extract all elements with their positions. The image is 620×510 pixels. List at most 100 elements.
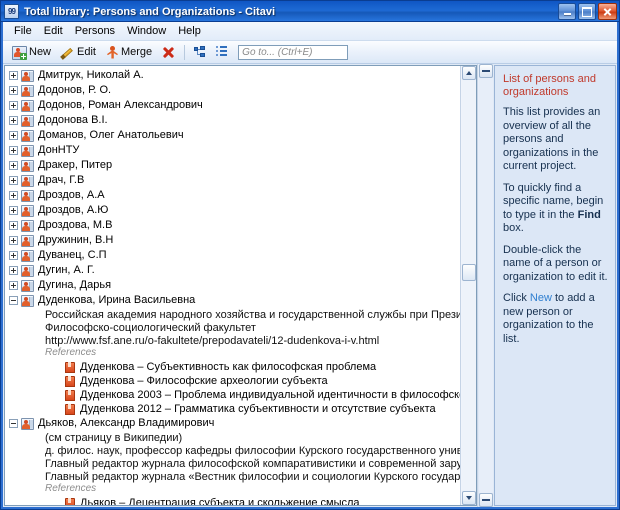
- tree-row-person[interactable]: Доманов, Олег Анатольевич: [5, 128, 460, 143]
- tree-row-person[interactable]: ДонНТУ: [5, 143, 460, 158]
- expand-plus-icon[interactable]: [9, 71, 18, 80]
- tree-row-person[interactable]: Дуденкова, Ирина Васильевна: [5, 293, 460, 308]
- person-icon: [21, 189, 34, 202]
- tree-row-reference[interactable]: Дуденкова 2003 – Проблема индивидуальной…: [5, 388, 460, 402]
- tree-row-person[interactable]: Дружинин, В.Н: [5, 233, 460, 248]
- help-paragraph-overview: This list provides an overview of all th…: [503, 106, 601, 172]
- tree-scroll-thumb[interactable]: [461, 264, 476, 281]
- help-paragraph-edit: Double-click the name of a person or org…: [503, 243, 608, 283]
- person-icon: [21, 279, 34, 292]
- tree-row-person[interactable]: Дроздов, А.Ю: [5, 203, 460, 218]
- window-scroll-top-button[interactable]: [478, 64, 493, 78]
- reference-label: Дуденкова 2003 – Проблема индивидуальной…: [80, 388, 460, 401]
- tree-row-person[interactable]: Дьяков, Александр Владимирович: [5, 416, 460, 431]
- person-icon: [21, 159, 34, 172]
- expand-plus-icon[interactable]: [9, 116, 18, 125]
- tree-row-label: Дуденкова, Ирина Васильевна: [38, 294, 196, 306]
- tree-row-person[interactable]: Дракер, Питер: [5, 158, 460, 173]
- edit-person-button[interactable]: Edit: [56, 43, 101, 61]
- person-icon: [21, 114, 34, 127]
- new-person-button[interactable]: New: [7, 43, 56, 61]
- tree-vertical-scrollbar[interactable]: [460, 66, 476, 505]
- goto-input[interactable]: [238, 44, 349, 60]
- window-scroll-track[interactable]: [478, 78, 493, 493]
- references-header: References: [45, 347, 97, 358]
- tree-detail-line: д. филос. наук, профессор кафедры филосо…: [45, 444, 460, 457]
- application-window: 99 Total library: Persons and Organizati…: [0, 0, 620, 510]
- expand-plus-icon[interactable]: [9, 221, 18, 230]
- reference-book-icon: [65, 375, 75, 387]
- persons-tree[interactable]: Дмитрук, Николай А. Додонов, Р. О. Додонов…: [5, 66, 460, 505]
- title-bar[interactable]: 99 Total library: Persons and Organizati…: [1, 1, 619, 22]
- person-icon: [21, 69, 34, 82]
- tree-row-person[interactable]: Дроздов, А.А: [5, 188, 460, 203]
- window-vertical-scrollbar[interactable]: [477, 64, 493, 507]
- tree-row-reference[interactable]: Дуденкова – Философские археологии субъе…: [5, 374, 460, 388]
- tree-row-person[interactable]: Драч, Г.В: [5, 173, 460, 188]
- menu-item-file[interactable]: File: [8, 23, 38, 39]
- list-view-icon: [216, 46, 228, 58]
- reference-book-icon: [65, 497, 75, 505]
- person-icon: [21, 204, 34, 217]
- expand-plus-icon[interactable]: [9, 191, 18, 200]
- tree-row-reference[interactable]: Дуденкова 2012 – Грамматика субъективнос…: [5, 402, 460, 416]
- person-icon: [21, 84, 34, 97]
- expand-plus-icon[interactable]: [9, 146, 18, 155]
- collapse-minus-icon[interactable]: [9, 419, 18, 428]
- show-list-button[interactable]: [211, 43, 232, 61]
- expand-plus-icon[interactable]: [9, 176, 18, 185]
- person-icon: [21, 417, 34, 430]
- pencil-icon: [60, 46, 74, 60]
- tree-row-person[interactable]: Додонов, Роман Александрович: [5, 98, 460, 113]
- expand-plus-icon[interactable]: [9, 161, 18, 170]
- reference-label: Дуденкова 2012 – Грамматика субъективнос…: [80, 402, 436, 415]
- expand-plus-icon[interactable]: [9, 86, 18, 95]
- expand-plus-icon[interactable]: [9, 236, 18, 245]
- menu-item-help[interactable]: Help: [172, 23, 207, 39]
- close-button-icon[interactable]: [598, 3, 617, 20]
- person-icon: [21, 99, 34, 112]
- help-new-link[interactable]: New: [530, 292, 552, 304]
- toolbar: New Edit Merge: [3, 41, 617, 64]
- delete-person-button[interactable]: [157, 43, 180, 61]
- tree-row-person[interactable]: Додонова В.І.: [5, 113, 460, 128]
- menu-item-persons[interactable]: Persons: [69, 23, 121, 39]
- expand-plus-icon[interactable]: [9, 131, 18, 140]
- expand-plus-icon[interactable]: [9, 266, 18, 275]
- menu-item-window[interactable]: Window: [121, 23, 172, 39]
- tree-row-reference[interactable]: Дуденкова – Субъективность как философск…: [5, 360, 460, 374]
- merge-persons-button[interactable]: Merge: [101, 43, 157, 61]
- menu-item-edit[interactable]: Edit: [38, 23, 69, 39]
- tree-row-person[interactable]: Дмитрук, Николай А.: [5, 68, 460, 83]
- tree-row-label: Доманов, Олег Анатольевич: [38, 129, 184, 141]
- tree-row-person[interactable]: Дроздова, М.В: [5, 218, 460, 233]
- tree-row-person[interactable]: Дугин, А. Г.: [5, 263, 460, 278]
- person-icon: [21, 129, 34, 142]
- expand-plus-icon[interactable]: [9, 101, 18, 110]
- tree-scroll-down-button[interactable]: [461, 491, 476, 505]
- tree-row-label: Додонов, Роман Александрович: [38, 99, 203, 111]
- client-area: File Edit Persons Window Help New Edit M…: [1, 22, 619, 509]
- show-hierarchy-button[interactable]: [189, 43, 211, 61]
- tree-row-reference[interactable]: Дьяков – Децентрация субъекта и скольжен…: [5, 496, 460, 505]
- tree-scroll-up-button[interactable]: [461, 66, 476, 80]
- expand-plus-icon[interactable]: [9, 251, 18, 260]
- collapse-minus-icon[interactable]: [9, 296, 18, 305]
- tree-scroll-track[interactable]: [461, 80, 476, 491]
- reference-label: Дьяков – Децентрация субъекта и скольжен…: [80, 496, 360, 506]
- expand-plus-icon[interactable]: [9, 281, 18, 290]
- tree-row-person[interactable]: Дугина, Дарья: [5, 278, 460, 293]
- tree-row-label: Дьяков, Александр Владимирович: [38, 417, 215, 429]
- tree-row-person[interactable]: Дуванец, С.П: [5, 248, 460, 263]
- tree-row-label: Дракер, Питер: [38, 159, 113, 171]
- person-icon: [21, 219, 34, 232]
- tree-detail-line: Российская академия народного хозяйства …: [45, 308, 460, 321]
- person-icon: [21, 234, 34, 247]
- help-paragraph-new: Click New to add a new person or organiz…: [503, 292, 608, 346]
- minimize-button-icon[interactable]: [558, 3, 576, 20]
- tree-row-person[interactable]: Додонов, Р. О.: [5, 83, 460, 98]
- maximize-button-icon[interactable]: [578, 3, 596, 20]
- new-person-icon: [12, 45, 27, 60]
- expand-plus-icon[interactable]: [9, 206, 18, 215]
- window-scroll-bottom-button[interactable]: [478, 493, 493, 507]
